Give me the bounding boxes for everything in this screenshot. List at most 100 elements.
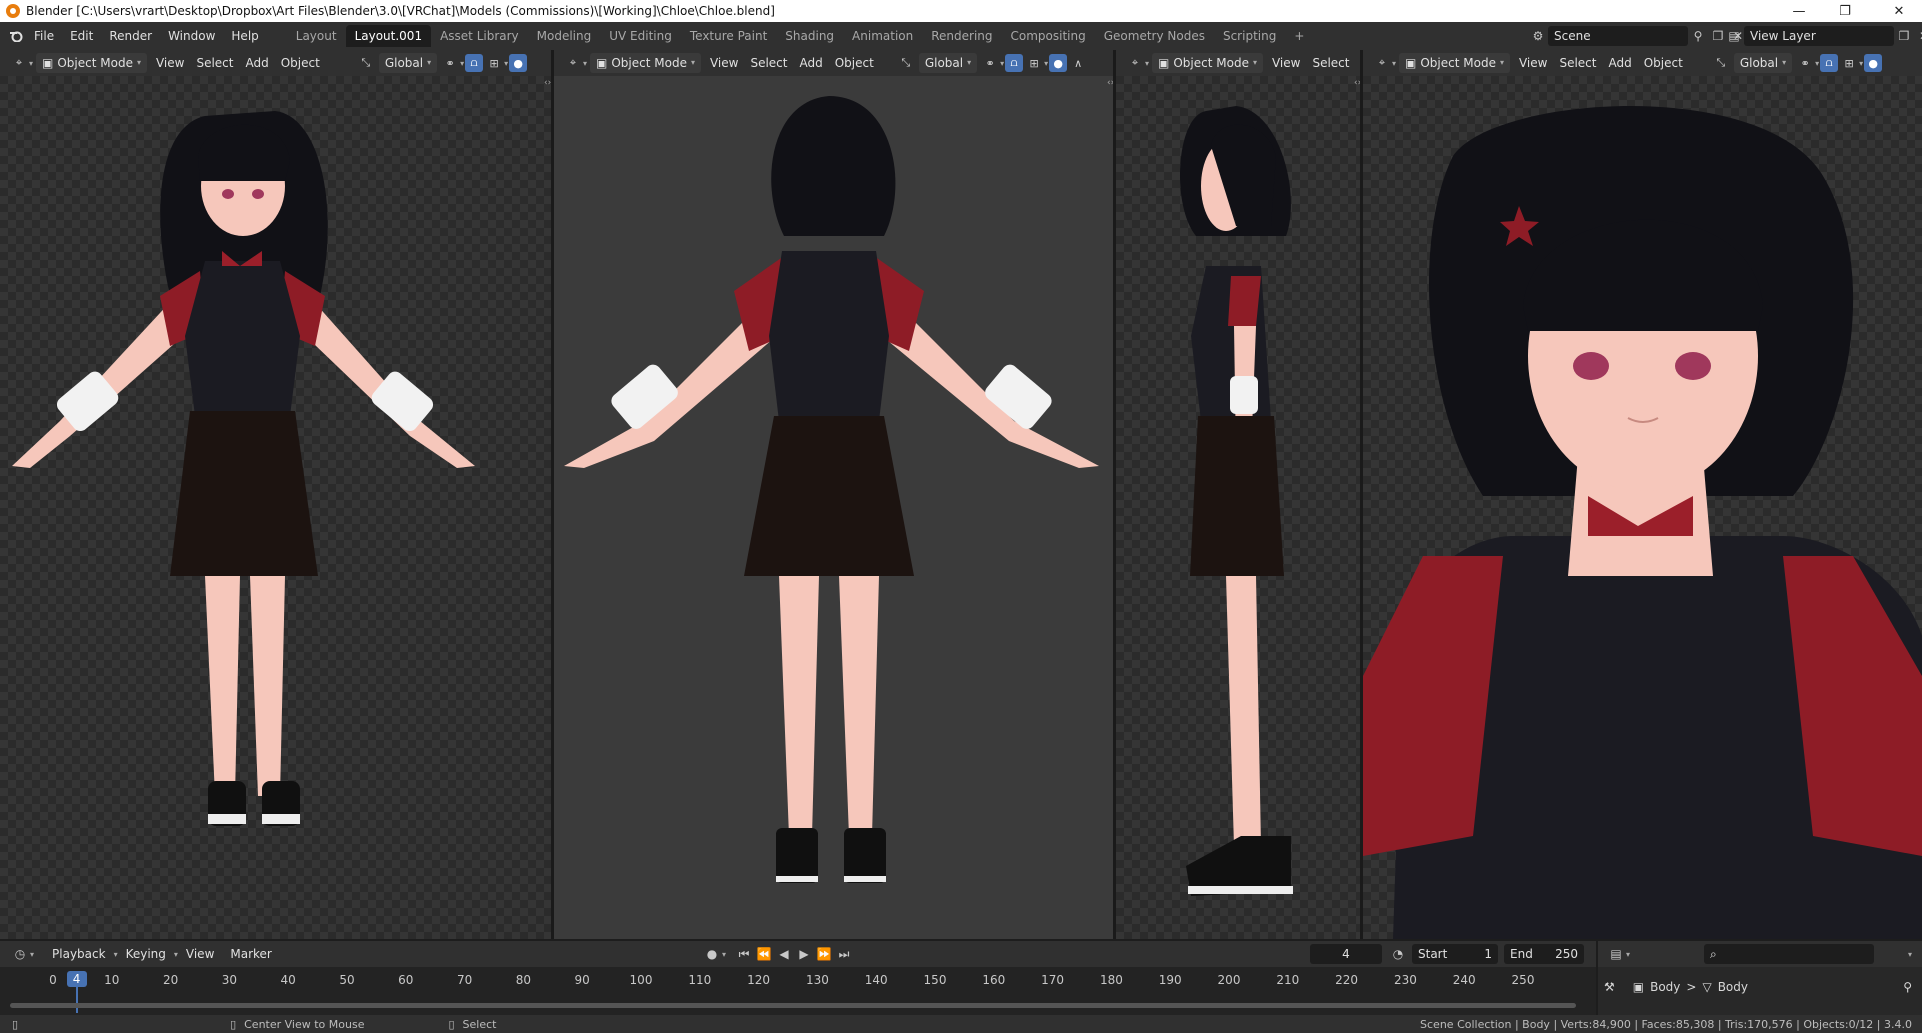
object-menu[interactable]: Object: [275, 56, 326, 70]
snap-icon[interactable]: ⩍: [465, 54, 484, 72]
mode-dropdown[interactable]: ▣ Object Mode ▾: [1399, 53, 1510, 73]
breadcrumb-mesh[interactable]: Body: [1718, 980, 1748, 994]
pivot-icon[interactable]: ⚭: [441, 54, 459, 72]
pin-icon[interactable]: ⚲: [1688, 26, 1708, 46]
orientation-dropdown[interactable]: Global ▾: [1733, 53, 1793, 73]
add-menu[interactable]: Add: [1602, 56, 1637, 70]
mode-dropdown[interactable]: ▣ Object Mode ▾: [590, 53, 701, 73]
tab-uv-editing[interactable]: UV Editing: [600, 25, 681, 47]
proportional-edit-icon[interactable]: ●: [509, 54, 528, 72]
current-frame-field[interactable]: 4: [1310, 944, 1382, 964]
tab-animation[interactable]: Animation: [843, 25, 922, 47]
timeline-scrollbar[interactable]: [10, 1003, 1576, 1008]
menu-render[interactable]: Render: [101, 26, 160, 46]
blender-menu-icon[interactable]: [6, 26, 26, 46]
editor-type-icon[interactable]: ▤: [1606, 944, 1626, 964]
pivot-icon[interactable]: ⚭: [981, 54, 999, 72]
scene-field[interactable]: Scene: [1548, 26, 1688, 46]
view-layer-browse-icon[interactable]: ▤: [1724, 26, 1744, 46]
mode-dropdown[interactable]: ▣ Object Mode ▾: [1152, 53, 1263, 73]
breadcrumb-object[interactable]: Body: [1650, 980, 1680, 994]
viewport-back[interactable]: ‹›: [554, 76, 1113, 939]
viewport-closeup[interactable]: [1363, 76, 1922, 939]
add-workspace-button[interactable]: +: [1285, 25, 1313, 47]
view-menu[interactable]: View: [150, 56, 190, 70]
maximize-button[interactable]: ❐: [1822, 0, 1868, 22]
area-corner-icon[interactable]: ‹›: [544, 78, 551, 90]
orientation-dropdown[interactable]: Global ▾: [918, 53, 978, 73]
end-frame-field[interactable]: End 250: [1504, 944, 1584, 964]
editor-type-icon[interactable]: ◷: [10, 944, 30, 964]
tab-rendering[interactable]: Rendering: [922, 25, 1001, 47]
menu-file[interactable]: File: [26, 26, 62, 46]
menu-edit[interactable]: Edit: [62, 26, 101, 46]
menu-help[interactable]: Help: [223, 26, 266, 46]
view-menu[interactable]: View: [704, 56, 744, 70]
tab-scripting[interactable]: Scripting: [1214, 25, 1285, 47]
tab-modeling[interactable]: Modeling: [528, 25, 601, 47]
play-button[interactable]: ▶: [794, 944, 814, 964]
tab-geometry-nodes[interactable]: Geometry Nodes: [1095, 25, 1214, 47]
view-menu[interactable]: View: [1266, 56, 1306, 70]
jump-keyframe-back-button[interactable]: ⏪: [754, 944, 774, 964]
new-view-layer-icon[interactable]: ❐: [1894, 26, 1914, 46]
jump-start-button[interactable]: ⏮: [734, 944, 754, 964]
mode-dropdown[interactable]: ▣ Object Mode ▾: [36, 53, 147, 73]
search-input[interactable]: ⌕: [1704, 944, 1874, 964]
add-menu[interactable]: Add: [793, 56, 828, 70]
tab-texture-paint[interactable]: Texture Paint: [681, 25, 776, 47]
tab-asset-library[interactable]: Asset Library: [431, 25, 528, 47]
scene-browse-icon[interactable]: ⚙: [1528, 26, 1548, 46]
view-menu[interactable]: View: [1513, 56, 1553, 70]
auto-keying-icon[interactable]: ●: [702, 944, 722, 964]
close-window-button[interactable]: ✕: [1876, 0, 1922, 22]
falloff-icon[interactable]: ∧: [1069, 54, 1087, 72]
tab-layout[interactable]: Layout: [287, 25, 346, 47]
viewport-side[interactable]: ‹›: [1116, 76, 1360, 939]
tab-compositing[interactable]: Compositing: [1002, 25, 1095, 47]
object-menu[interactable]: Object: [829, 56, 880, 70]
snap-icon[interactable]: ⩍: [1005, 54, 1024, 72]
snap-icon[interactable]: ⩍: [1820, 54, 1839, 72]
tab-shading[interactable]: Shading: [776, 25, 843, 47]
select-menu[interactable]: Select: [1553, 56, 1602, 70]
delete-view-layer-icon[interactable]: ✕: [1914, 26, 1922, 46]
editor-type-icon[interactable]: ⌖: [1126, 54, 1144, 72]
menu-window[interactable]: Window: [160, 26, 223, 46]
select-menu[interactable]: Select: [190, 56, 239, 70]
snap-target-icon[interactable]: ⊞: [485, 54, 503, 72]
play-reverse-button[interactable]: ◀: [774, 944, 794, 964]
tab-layout-001[interactable]: Layout.001: [345, 25, 432, 47]
minimize-button[interactable]: —: [1776, 0, 1822, 22]
pin-icon[interactable]: ⚲: [1903, 980, 1912, 994]
timeline-view-menu[interactable]: View: [178, 944, 222, 964]
preview-range-icon[interactable]: ◔: [1388, 944, 1408, 964]
keying-menu[interactable]: Keying: [118, 944, 174, 964]
tool-icon[interactable]: ⚒: [1604, 980, 1615, 994]
snap-target-icon[interactable]: ⊞: [1025, 54, 1043, 72]
jump-keyframe-forward-button[interactable]: ⏩: [814, 944, 834, 964]
viewport-front[interactable]: ‹›: [0, 76, 551, 939]
frame-tick-130: 130: [805, 973, 829, 987]
orientation-dropdown[interactable]: Global ▾: [378, 53, 438, 73]
editor-type-icon[interactable]: ⌖: [1373, 54, 1391, 72]
select-menu[interactable]: Select: [1306, 56, 1355, 70]
marker-menu[interactable]: Marker: [222, 944, 279, 964]
select-menu[interactable]: Select: [744, 56, 793, 70]
mouse-right-icon: ▯: [448, 1017, 455, 1031]
snap-target-icon[interactable]: ⊞: [1840, 54, 1858, 72]
object-menu[interactable]: Object: [1638, 56, 1689, 70]
start-frame-field[interactable]: Start 1: [1412, 944, 1498, 964]
playhead-frame-label[interactable]: 4: [66, 971, 87, 987]
proportional-edit-icon[interactable]: ●: [1864, 54, 1883, 72]
proportional-edit-icon[interactable]: ●: [1049, 54, 1068, 72]
add-menu[interactable]: Add: [239, 56, 274, 70]
timeline-body[interactable]: 0 10 20 30 40 50 60 70 80 90 100 110 120 130 140 150 160…: [0, 967, 1596, 1015]
jump-end-button[interactable]: ⏭: [834, 944, 854, 964]
editor-type-icon[interactable]: ⌖: [10, 54, 28, 72]
editor-type-icon[interactable]: ⌖: [564, 54, 582, 72]
pivot-icon[interactable]: ⚭: [1796, 54, 1814, 72]
playback-menu[interactable]: Playback: [44, 944, 114, 964]
playhead-line[interactable]: [75, 987, 78, 1013]
view-layer-field[interactable]: View Layer: [1744, 26, 1894, 46]
